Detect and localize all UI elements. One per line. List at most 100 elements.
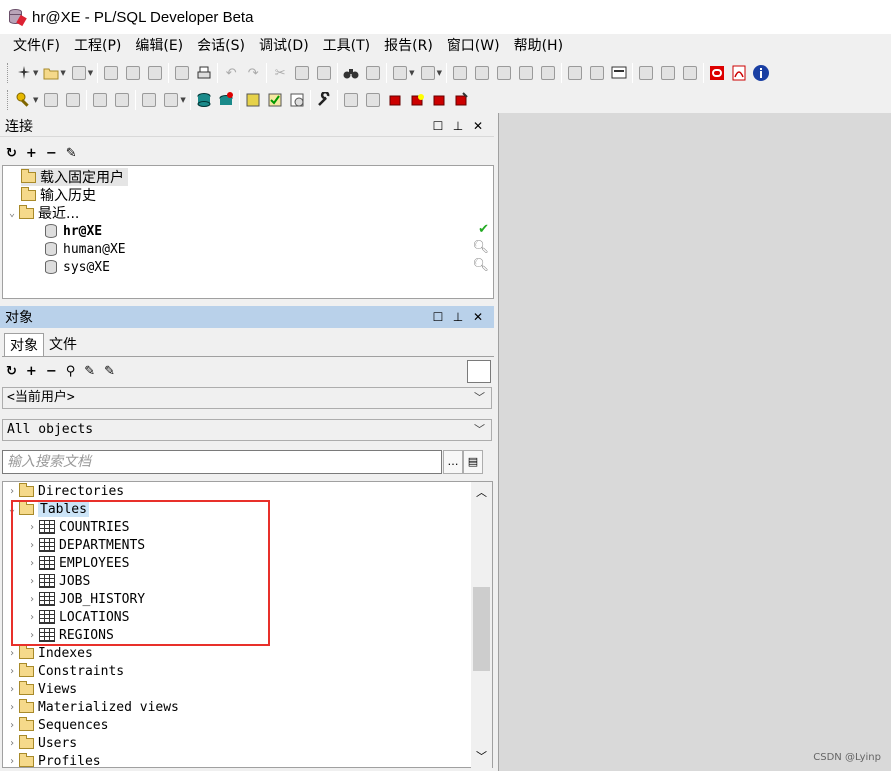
menu-edit[interactable]: 编辑(E) xyxy=(128,35,190,57)
info-icon[interactable] xyxy=(750,62,772,84)
menu-tools[interactable]: 工具(T) xyxy=(316,35,377,57)
replace-icon[interactable] xyxy=(362,62,384,84)
pane-close-icon[interactable]: ✕ xyxy=(470,119,486,133)
forward-icon[interactable] xyxy=(417,62,439,84)
menu-debug[interactable]: 调试(D) xyxy=(252,35,316,57)
tree-node-indexes[interactable]: › Indexes xyxy=(7,644,93,662)
database-disconnect-icon[interactable] xyxy=(215,89,237,111)
book-add-icon[interactable] xyxy=(406,89,428,111)
task-list-icon[interactable] xyxy=(264,89,286,111)
magnifier-icon[interactable]: 🔍︎ xyxy=(472,258,489,273)
expand-chevron-icon[interactable]: › xyxy=(7,720,17,731)
menu-project[interactable]: 工程(P) xyxy=(67,35,128,57)
eraser-icon[interactable] xyxy=(340,89,362,111)
scroll-up-icon[interactable]: ︿ xyxy=(476,484,487,500)
pane-float-icon[interactable]: ☐ xyxy=(430,310,446,324)
book-red-icon[interactable] xyxy=(384,89,406,111)
query-builder-icon[interactable] xyxy=(564,62,586,84)
connection-sys[interactable]: sys@XE xyxy=(45,258,110,276)
sql-window-icon[interactable] xyxy=(608,62,630,84)
connection-folder-history[interactable]: 输入历史 xyxy=(21,186,96,204)
tree-node-sequences[interactable]: › Sequences xyxy=(7,716,108,734)
undo-icon[interactable]: ↶ xyxy=(220,62,242,84)
user-filter-select[interactable]: <当前用户> ﹀ xyxy=(2,387,492,409)
toolbar-grip[interactable] xyxy=(7,90,10,110)
expand-chevron-icon[interactable]: › xyxy=(7,738,17,749)
open-icon[interactable] xyxy=(40,62,62,84)
magnifier-icon[interactable]: 🔍︎ xyxy=(472,240,489,255)
search-options-icon[interactable]: ▤ xyxy=(463,450,483,474)
book-delete-icon[interactable] xyxy=(450,89,472,111)
find-icon[interactable]: ⚲ xyxy=(66,364,76,379)
save-all-icon[interactable] xyxy=(144,62,166,84)
logoff-icon[interactable] xyxy=(40,89,62,111)
redo-icon[interactable]: ↷ xyxy=(242,62,264,84)
expand-chevron-icon[interactable]: › xyxy=(7,756,17,767)
expand-chevron-icon[interactable]: › xyxy=(7,648,17,659)
tree-node-users[interactable]: › Users xyxy=(7,734,77,752)
connection-hr[interactable]: hr@XE xyxy=(45,222,102,240)
tree-node-constraints[interactable]: › Constraints xyxy=(7,662,124,680)
logon-key-icon[interactable] xyxy=(13,89,35,111)
tree-node-profiles[interactable]: › Profiles xyxy=(7,752,101,767)
toolbar-grip[interactable] xyxy=(7,63,10,83)
indent-icon[interactable] xyxy=(449,62,471,84)
connection-folder-fixed[interactable]: 载入固定用户 xyxy=(21,168,128,186)
pane-pin-icon[interactable]: ⊥ xyxy=(450,310,466,324)
add-icon[interactable]: + xyxy=(26,146,37,161)
scheduler-icon[interactable] xyxy=(286,89,308,111)
uncomment-icon[interactable] xyxy=(515,62,537,84)
compare-icon[interactable] xyxy=(242,89,264,111)
tile-icon[interactable] xyxy=(635,62,657,84)
paste-icon[interactable] xyxy=(313,62,335,84)
pane-close-icon[interactable]: ✕ xyxy=(470,310,486,324)
expand-chevron-icon[interactable]: › xyxy=(7,702,17,713)
refresh-icon[interactable]: ↻ xyxy=(6,364,17,379)
comment-icon[interactable] xyxy=(493,62,515,84)
new-icon[interactable] xyxy=(13,62,35,84)
search-more-button[interactable]: … xyxy=(443,450,463,474)
refresh-icon[interactable]: ↻ xyxy=(6,146,17,161)
pane-float-icon[interactable]: ☐ xyxy=(430,119,446,133)
tab-objects[interactable]: 对象 xyxy=(4,333,44,357)
search-input[interactable]: 输入搜索文档 xyxy=(2,450,442,474)
commit-icon[interactable] xyxy=(89,89,111,111)
print-icon[interactable] xyxy=(171,62,193,84)
scrollbar-thumb[interactable] xyxy=(473,587,490,671)
object-filter-select[interactable]: All objects ﹀ xyxy=(2,419,492,441)
filter-icon[interactable]: ✎ xyxy=(84,364,95,379)
break-icon[interactable] xyxy=(62,89,84,111)
add-icon[interactable]: + xyxy=(26,364,37,379)
sql-trace-icon[interactable] xyxy=(138,89,160,111)
save-icon[interactable] xyxy=(100,62,122,84)
properties-icon[interactable]: ✎ xyxy=(104,364,115,379)
wrench-icon[interactable] xyxy=(313,89,335,111)
book-edit-icon[interactable] xyxy=(428,89,450,111)
expand-chevron-icon[interactable]: › xyxy=(7,684,17,695)
format-icon[interactable] xyxy=(537,62,559,84)
sql-options-icon[interactable] xyxy=(160,89,182,111)
cascade-icon[interactable] xyxy=(657,62,679,84)
remove-icon[interactable]: − xyxy=(46,146,57,161)
menu-window[interactable]: 窗口(W) xyxy=(440,35,507,57)
properties-icon[interactable]: ✎ xyxy=(66,146,77,161)
tree-node-views[interactable]: › Views xyxy=(7,680,77,698)
pdf-icon[interactable] xyxy=(728,62,750,84)
arrange-icon[interactable] xyxy=(679,62,701,84)
back-icon[interactable] xyxy=(389,62,411,84)
print-preview-icon[interactable] xyxy=(68,62,90,84)
scroll-down-icon[interactable]: ﹀ xyxy=(476,748,487,764)
pane-pin-icon[interactable]: ⊥ xyxy=(450,119,466,133)
tab-files[interactable]: 文件 xyxy=(44,333,82,357)
save-as-icon[interactable] xyxy=(122,62,144,84)
connection-human[interactable]: human@XE xyxy=(45,240,126,258)
oracle-icon[interactable] xyxy=(706,62,728,84)
remove-icon[interactable]: − xyxy=(46,364,57,379)
expand-chevron-icon[interactable]: › xyxy=(7,486,17,497)
color-picker-box[interactable] xyxy=(467,360,491,383)
database-connect-icon[interactable] xyxy=(193,89,215,111)
menu-file[interactable]: 文件(F) xyxy=(6,35,67,57)
clear-icon[interactable] xyxy=(362,89,384,111)
find-icon[interactable] xyxy=(340,62,362,84)
tree-node-materialized-views[interactable]: › Materialized views xyxy=(7,698,179,716)
